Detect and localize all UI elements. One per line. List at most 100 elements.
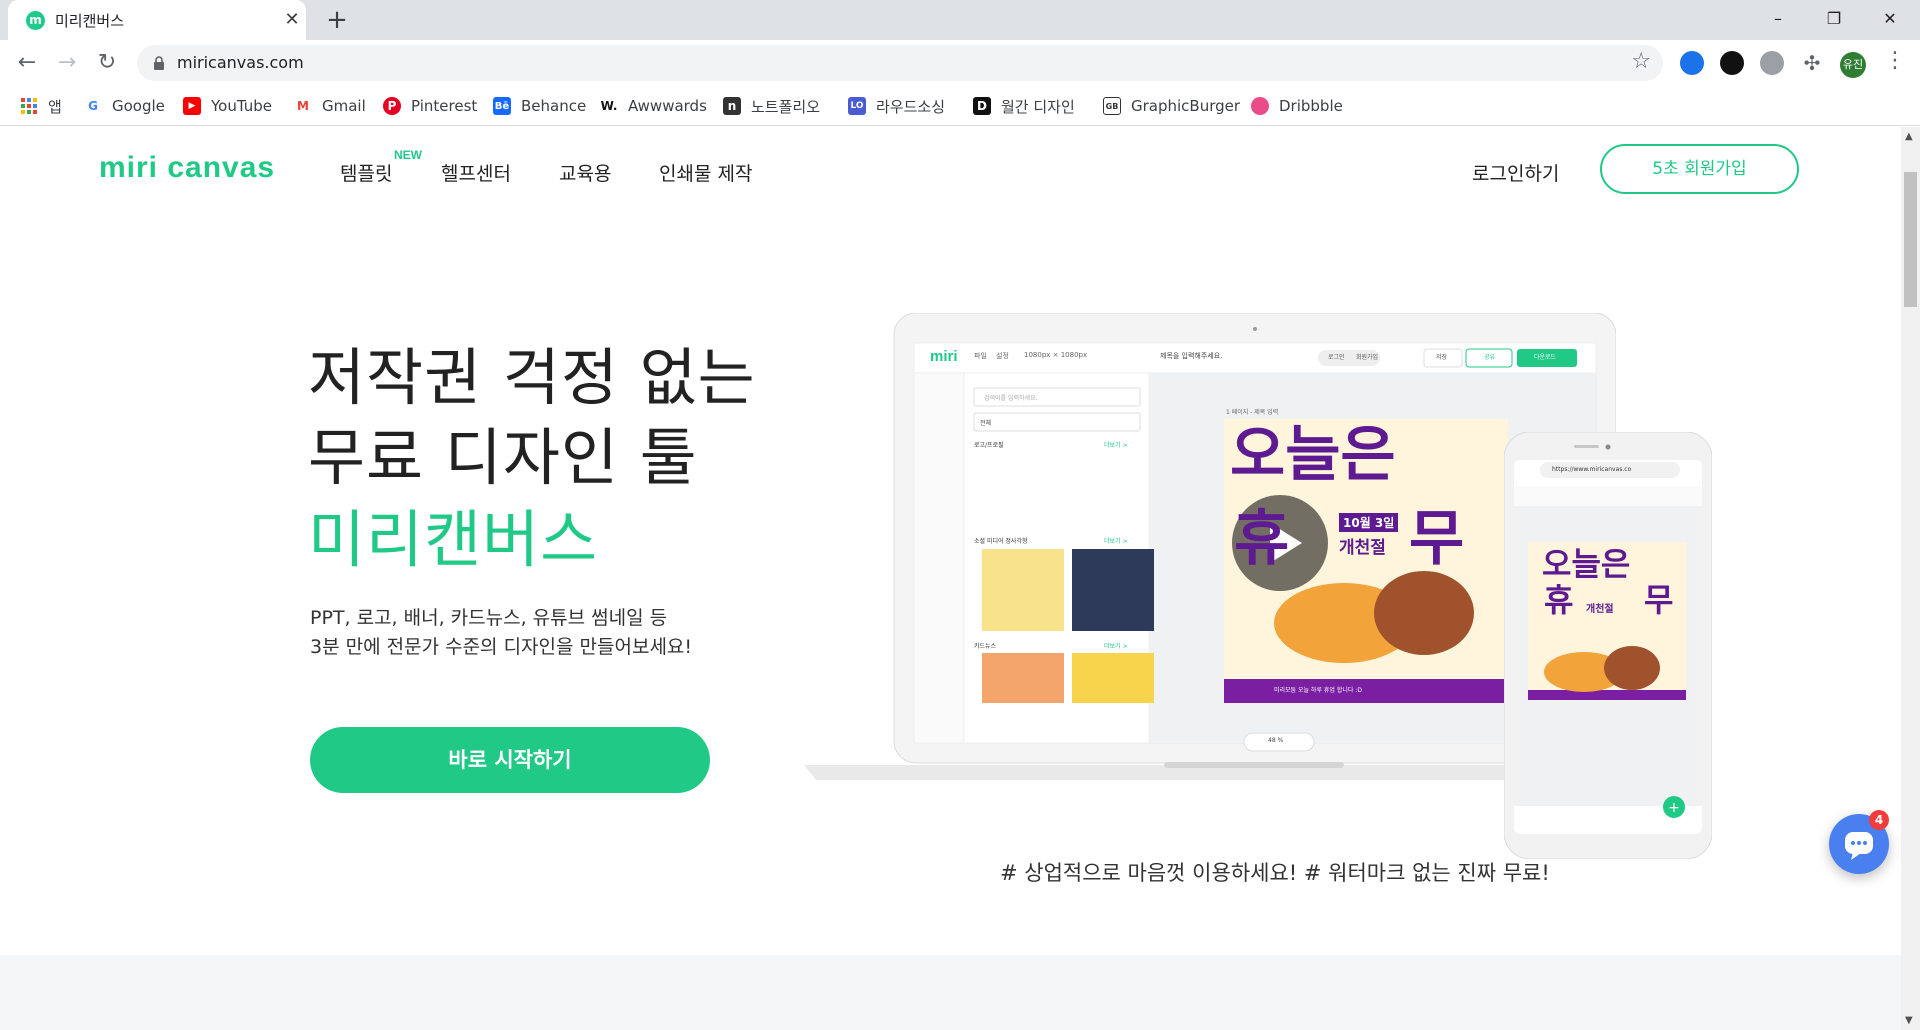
mockup-search: 검색어를 입력하세요. [984,395,1038,402]
loudsourcing-icon: LO [848,97,866,115]
nav-templates[interactable]: 템플릿 [340,159,392,186]
bookmark-label: Pinterest [411,97,478,115]
phone-poster-title: 오늘은 [1542,545,1631,583]
extension-dark-icon[interactable] [1720,51,1744,75]
mockup-canvas-size: 1080px × 1080px [1024,351,1088,359]
hero-subtitle-2: 3분 만에 전문가 수준의 디자인을 만들어보세요! [310,636,693,658]
tab-close-icon[interactable]: ✕ [280,8,304,32]
web-page: miri canvas 템플릿 NEW 헬프센터 교육용 인쇄물 제작 로그인하… [0,127,1901,1030]
mockup-menu-settings: 설정 [996,352,1009,360]
graphicburger-icon: GB [1103,97,1121,115]
hero-line-2: 무료 디자인 툴 [308,421,698,494]
extension-blue-icon[interactable] [1680,51,1704,75]
window-close-icon[interactable]: ✕ [1867,0,1913,38]
next-section-band [0,955,1901,1030]
mockup-poster-holiday: 개천절 [1339,538,1386,558]
mockup-poster-date: 10월 3일 [1339,513,1399,532]
bookmark-label: Behance [521,97,587,115]
monthly-design-icon: D [973,97,991,115]
behance-icon: Bē [493,97,511,115]
new-badge: NEW [394,148,422,162]
mockup-poster-char-1: 휴 [1234,504,1290,574]
chat-unread-badge: 4 [1869,810,1889,830]
bookmark-notefolio[interactable]: n 노트폴리오 [723,94,820,118]
start-now-button[interactable]: 바로 시작하기 [310,727,710,793]
mockup-download: 다운로드 [1534,354,1557,361]
bookmark-label: 월간 디자인 [1001,97,1075,116]
scroll-down-icon[interactable]: ▼ [1905,1015,1913,1026]
address-bar[interactable]: miricanvas.com ☆ [137,45,1663,81]
extension-globe-icon[interactable] [1760,51,1784,75]
mockup-share: 공유 [1484,354,1496,361]
forward-icon[interactable]: → [51,47,83,79]
mockup-poster-char-2: 무 [1409,504,1465,574]
awwwards-icon: W. [600,99,618,113]
bookmark-label: Awwwards [628,97,707,115]
browser-menu-icon[interactable]: ⋮ [1884,48,1906,73]
phone-mockup: + https://www.miricanvas.co 오늘은 휴 무 개천절 [1504,432,1712,859]
nav-help-center[interactable]: 헬프센터 [441,159,511,186]
mockup-section-card: 카드뉴스 [974,643,997,650]
phone-poster-holiday: 개천절 [1586,604,1614,615]
mockup-poster-footer: 미리모둠 오늘 하루 휴업 합니다 :D [1274,687,1362,694]
url-text: miricanvas.com [177,53,304,72]
site-logo[interactable]: miri canvas [99,151,275,185]
mockup-section-logo: 로고/프로필 [974,442,1004,449]
bookmark-youtube[interactable]: ▶ YouTube [183,94,272,118]
laptop-mockup: miri 파일 설정 1080px × 1080px 제목을 입력해주세요. 로… [804,313,1616,780]
bookmark-gmail[interactable]: M Gmail [294,94,366,118]
mockup-poster-title: 오늘은 [1230,420,1396,490]
browser-tab[interactable]: m 미리캔버스 ✕ [8,0,306,40]
mockup-save: 저장 [1436,354,1448,361]
new-tab-icon[interactable]: + [323,6,351,34]
hero-subtitle-1: PPT, 로고, 배너, 카드뉴스, 유튜브 썸네일 등 [310,607,668,629]
mockup-menu-file: 파일 [974,352,987,360]
youtube-icon: ▶ [183,97,201,115]
bookmark-awwwards[interactable]: W. Awwwards [600,94,707,118]
bookmark-label: Dribbble [1279,97,1343,115]
phone-url: https://www.miricanvas.co [1552,466,1632,473]
apps-grid-icon [20,97,38,115]
bookmark-apps[interactable]: 앱 [20,94,62,118]
pinterest-icon: P [383,97,401,115]
browser-toolbar: ← → ↻ miricanvas.com ☆ ✣ 유진 ⋮ [0,40,1920,86]
notefolio-icon: n [723,97,741,115]
lock-icon [154,56,164,70]
mockup-more-2: 더보기 > [1104,538,1128,545]
nav-print[interactable]: 인쇄물 제작 [659,159,752,186]
bookmark-label: 노트폴리오 [751,97,821,116]
mockup-app-logo: miri [930,348,958,365]
reload-icon[interactable]: ↻ [91,47,123,79]
google-icon: G [88,99,98,113]
scroll-thumb[interactable] [1904,172,1917,307]
restore-icon[interactable]: ❐ [1811,0,1857,38]
profile-avatar[interactable]: 유진 [1840,52,1866,78]
bookmark-label: 라우드소싱 [876,97,946,116]
svg-text:+: + [1668,800,1680,816]
mockup-zoom: 48 % [1268,737,1284,744]
login-link[interactable]: 로그인하기 [1472,159,1559,186]
tab-title: 미리캔버스 [55,12,125,30]
hero-brand-name: 미리캔버스 [308,503,599,576]
back-icon[interactable]: ← [11,47,43,79]
phone-poster-char-1: 휴 [1544,581,1574,619]
scroll-up-icon[interactable]: ▲ [1905,131,1913,142]
signup-button[interactable]: 5초 회원가입 [1600,144,1799,194]
mockup-more-1: 더보기 > [1104,442,1128,449]
bookmarks-bar: 앱 G Google ▶ YouTube M Gmail P Pinterest… [0,86,1920,126]
mockup-login: 로그인 [1328,354,1345,361]
bookmark-loudsourcing[interactable]: LO 라우드소싱 [848,94,945,118]
extensions-puzzle-icon[interactable]: ✣ [1800,51,1824,75]
bookmark-star-icon[interactable]: ☆ [1631,49,1651,74]
bookmark-dribbble[interactable]: Dribbble [1251,94,1343,118]
bookmark-google[interactable]: G Google [84,94,165,118]
mockup-join: 회원가입 [1356,354,1379,361]
minimize-icon[interactable]: – [1755,0,1801,38]
bookmark-graphicburger[interactable]: GB GraphicBurger [1103,94,1240,118]
browser-tab-strip: m 미리캔버스 ✕ + – ❐ ✕ [0,0,1920,40]
page-scrollbar[interactable]: ▲ ▼ [1901,127,1920,1030]
bookmark-pinterest[interactable]: P Pinterest [383,94,477,118]
nav-education[interactable]: 교육용 [559,159,611,186]
bookmark-behance[interactable]: Bē Behance [493,94,586,118]
bookmark-monthly-design[interactable]: D 월간 디자인 [973,94,1075,118]
